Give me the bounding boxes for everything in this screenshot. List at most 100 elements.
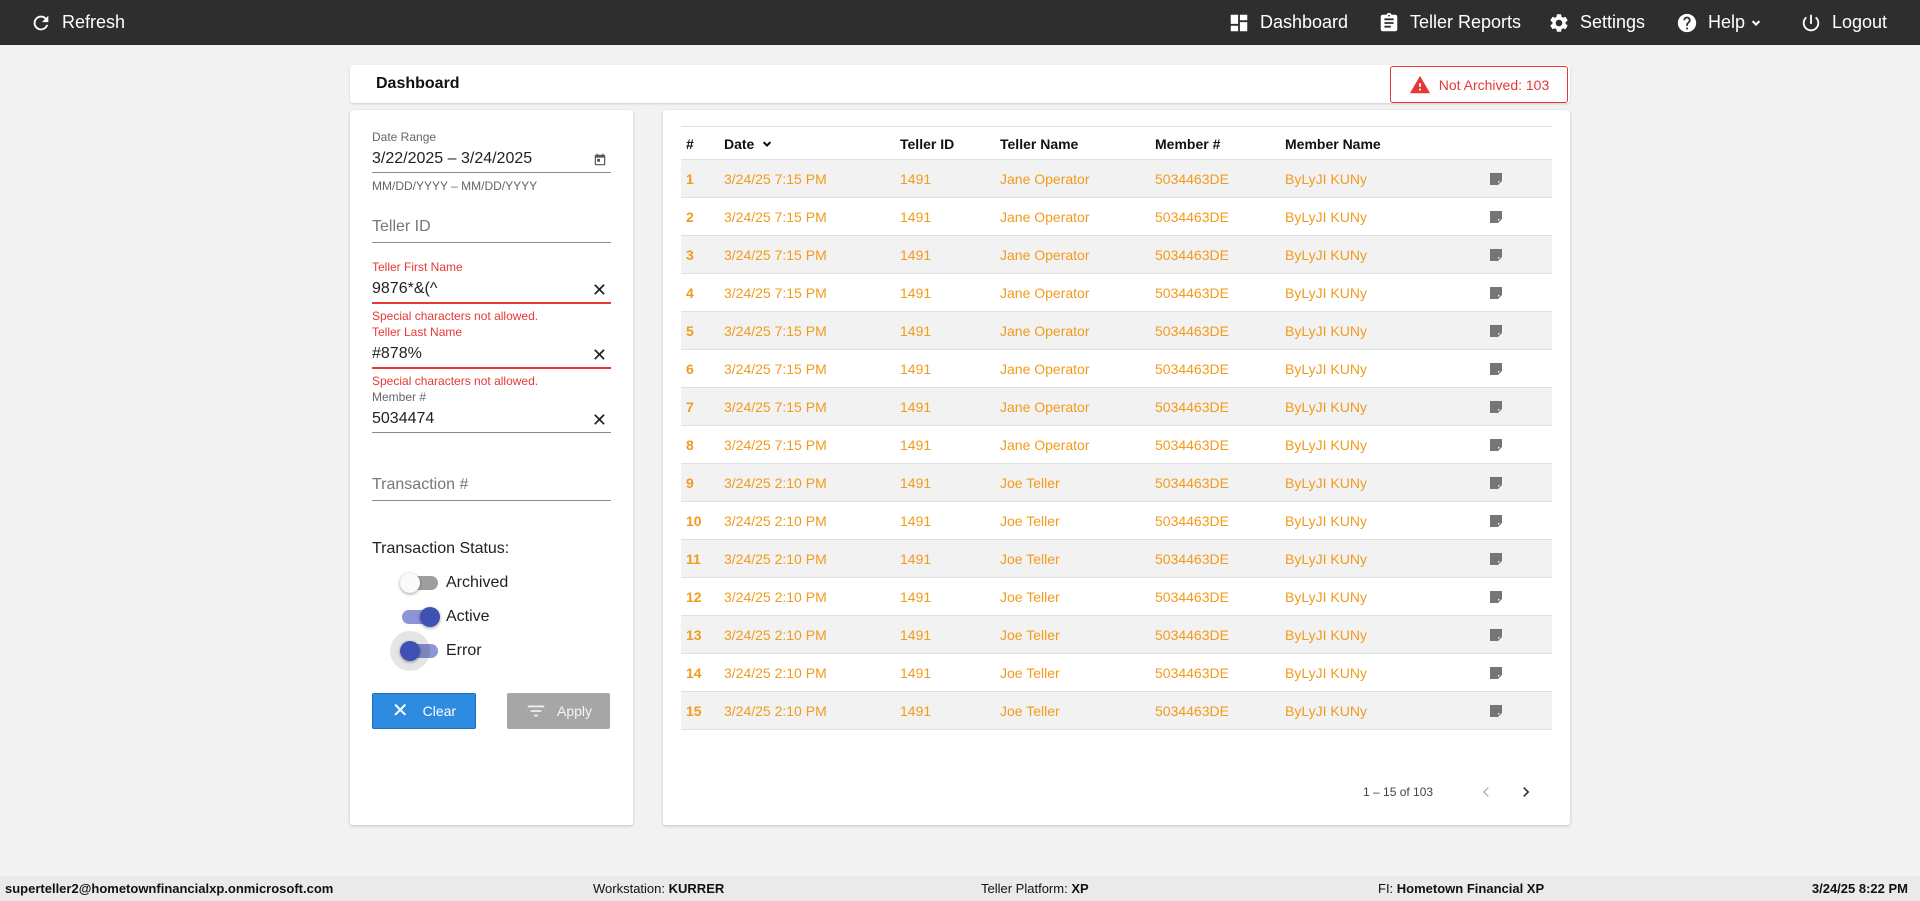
table-row[interactable]: 8 3/24/25 7:15 PM 1491 Jane Operator 5034463… [681, 426, 1552, 464]
cell-teller-id: 1491 [900, 589, 932, 605]
nav-dashboard[interactable]: Dashboard [1228, 0, 1348, 45]
member-number-value: 5034474 [372, 410, 435, 427]
col-header-member-num[interactable]: Member # [1155, 127, 1220, 161]
note-icon[interactable] [1488, 171, 1504, 187]
teller-first-name-input[interactable]: 9876*&(^ ✕ [372, 278, 611, 302]
cell-member-num: 5034463DE [1155, 209, 1229, 225]
table-row[interactable]: 10 3/24/25 2:10 PM 1491 Joe Teller 5034463DE… [681, 502, 1552, 540]
next-page-button[interactable] [1516, 782, 1536, 802]
error-toggle[interactable] [390, 631, 438, 671]
active-toggle[interactable] [402, 607, 440, 627]
note-icon[interactable] [1488, 361, 1504, 377]
table-row[interactable]: 7 3/24/25 7:15 PM 1491 Jane Operator 5034463… [681, 388, 1552, 426]
table-row[interactable]: 14 3/24/25 2:10 PM 1491 Joe Teller 5034463DE… [681, 654, 1552, 692]
calendar-icon[interactable] [593, 152, 607, 166]
cell-member-name: ByLyJI KUNy [1285, 475, 1367, 491]
table-row[interactable]: 2 3/24/25 7:15 PM 1491 Jane Operator 5034463… [681, 198, 1552, 236]
teller-last-name-error: Special characters not allowed. [372, 374, 539, 388]
note-icon[interactable] [1488, 665, 1504, 681]
clear-last-name-icon[interactable]: ✕ [592, 345, 607, 365]
transaction-number-input[interactable]: Transaction # [372, 474, 611, 500]
note-icon[interactable] [1488, 627, 1504, 643]
note-icon[interactable] [1488, 475, 1504, 491]
table-row[interactable]: 6 3/24/25 7:15 PM 1491 Jane Operator 5034463… [681, 350, 1552, 388]
clear-button[interactable]: ✕ Clear [372, 693, 476, 729]
nav-help[interactable]: Help [1676, 0, 1763, 45]
note-icon[interactable] [1488, 323, 1504, 339]
member-number-field[interactable]: Member # 5034474 ✕ [372, 390, 611, 433]
teller-first-name-error: Special characters not allowed. [372, 309, 539, 323]
table-row[interactable]: 1 3/24/25 7:15 PM 1491 Jane Operator 5034463… [681, 160, 1552, 198]
col-header-teller-name[interactable]: Teller Name [1000, 127, 1078, 161]
cell-member-num: 5034463DE [1155, 665, 1229, 681]
toggle-row-error[interactable]: Error [390, 631, 482, 671]
toggle-row-active[interactable]: Active [402, 604, 490, 630]
sort-chevron-down-icon [763, 141, 772, 147]
transactions-table: # Date Teller ID Teller Name Member # Me… [681, 126, 1552, 730]
cell-date: 3/24/25 7:15 PM [724, 437, 827, 453]
cell-teller-name: Jane Operator [1000, 437, 1090, 453]
chevron-left-icon [1482, 787, 1489, 797]
teller-id-field[interactable]: Teller ID [372, 216, 611, 243]
date-range-field[interactable]: Date Range 3/22/2025 – 3/24/2025 MM/DD/Y… [372, 130, 611, 193]
toggle-row-archived[interactable]: Archived [400, 570, 508, 596]
archived-toggle[interactable] [400, 573, 438, 593]
teller-last-name-field[interactable]: Teller Last Name #878% ✕ Special charact… [372, 325, 611, 388]
cell-teller-id: 1491 [900, 209, 932, 225]
table-row[interactable]: 12 3/24/25 2:10 PM 1491 Joe Teller 5034463DE… [681, 578, 1552, 616]
nav-help-label: Help [1708, 12, 1746, 32]
table-row[interactable]: 13 3/24/25 2:10 PM 1491 Joe Teller 5034463DE… [681, 616, 1552, 654]
note-icon[interactable] [1488, 551, 1504, 567]
cell-member-name: ByLyJI KUNy [1285, 589, 1367, 605]
note-icon[interactable] [1488, 247, 1504, 263]
table-row[interactable]: 11 3/24/25 2:10 PM 1491 Joe Teller 5034463DE… [681, 540, 1552, 578]
cell-num: 13 [686, 627, 702, 643]
table-row[interactable]: 15 3/24/25 2:10 PM 1491 Joe Teller 5034463DE… [681, 692, 1552, 730]
refresh-button[interactable]: Refresh [30, 0, 125, 45]
teller-last-name-input[interactable]: #878% ✕ [372, 343, 611, 367]
date-range-input[interactable]: 3/22/2025 – 3/24/2025 [372, 148, 611, 172]
table-row[interactable]: 3 3/24/25 7:15 PM 1491 Jane Operator 5034463… [681, 236, 1552, 274]
table-row[interactable]: 5 3/24/25 7:15 PM 1491 Jane Operator 5034463… [681, 312, 1552, 350]
cell-teller-name: Jane Operator [1000, 247, 1090, 263]
cell-num: 14 [686, 665, 702, 681]
transaction-number-field[interactable]: Transaction # [372, 474, 611, 501]
col-header-teller-id[interactable]: Teller ID [900, 127, 954, 161]
clear-first-name-icon[interactable]: ✕ [592, 280, 607, 300]
cell-date: 3/24/25 2:10 PM [724, 703, 827, 719]
table-row[interactable]: 4 3/24/25 7:15 PM 1491 Jane Operator 5034463… [681, 274, 1552, 312]
cell-date: 3/24/25 7:15 PM [724, 209, 827, 225]
member-number-input[interactable]: 5034474 ✕ [372, 408, 611, 432]
cell-num: 6 [686, 361, 694, 377]
not-archived-badge[interactable]: Not Archived: 103 [1390, 66, 1568, 103]
teller-last-name-label: Teller Last Name [372, 325, 463, 339]
error-toggle-knob [400, 641, 420, 661]
clear-member-number-icon[interactable]: ✕ [592, 410, 607, 430]
note-icon[interactable] [1488, 437, 1504, 453]
cell-teller-name: Joe Teller [1000, 475, 1060, 491]
cell-member-name: ByLyJI KUNy [1285, 361, 1367, 377]
note-icon[interactable] [1488, 285, 1504, 301]
previous-page-button[interactable] [1476, 782, 1496, 802]
note-icon[interactable] [1488, 589, 1504, 605]
footer-datetime: 3/24/25 8:22 PM [1812, 881, 1908, 896]
cell-member-num: 5034463DE [1155, 627, 1229, 643]
note-icon[interactable] [1488, 209, 1504, 225]
table-row[interactable]: 9 3/24/25 2:10 PM 1491 Joe Teller 5034463DE B… [681, 464, 1552, 502]
cell-teller-id: 1491 [900, 475, 932, 491]
nav-teller-reports[interactable]: Teller Reports [1378, 0, 1521, 45]
teller-first-name-field[interactable]: Teller First Name 9876*&(^ ✕ Special cha… [372, 260, 611, 323]
note-icon[interactable] [1488, 513, 1504, 529]
cell-num: 15 [686, 703, 702, 719]
teller-id-input[interactable]: Teller ID [372, 216, 611, 242]
note-icon[interactable] [1488, 703, 1504, 719]
nav-logout[interactable]: Logout [1800, 0, 1887, 45]
cell-date: 3/24/25 2:10 PM [724, 475, 827, 491]
cell-member-name: ByLyJI KUNy [1285, 285, 1367, 301]
note-icon[interactable] [1488, 399, 1504, 415]
col-header-date[interactable]: Date [724, 127, 774, 161]
nav-logout-label: Logout [1832, 12, 1888, 32]
apply-button[interactable]: Apply [507, 693, 610, 729]
nav-settings[interactable]: Settings [1548, 0, 1645, 45]
col-header-member-name[interactable]: Member Name [1285, 127, 1381, 161]
